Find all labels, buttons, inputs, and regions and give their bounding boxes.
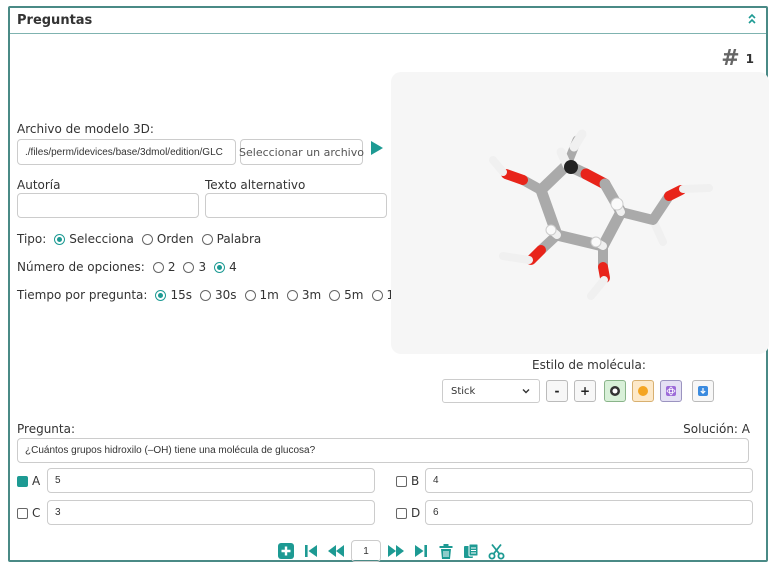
- time-radio-5m[interactable]: [329, 289, 341, 301]
- time-radio-10m[interactable]: [371, 289, 383, 301]
- add-question-icon[interactable]: [276, 541, 296, 561]
- answer-b-checkbox[interactable]: [396, 475, 407, 487]
- question-input[interactable]: ¿Cuántos grupos hidroxilo (–OH) tiene un…: [17, 438, 749, 463]
- answer-a-input[interactable]: 5: [47, 468, 375, 493]
- molecule-viewer[interactable]: [391, 72, 769, 354]
- time-value-3m: 3m: [301, 288, 322, 302]
- model-file-label: Archivo de modelo 3D:: [17, 122, 154, 136]
- alt-text-input[interactable]: [205, 193, 387, 218]
- previous-question-icon[interactable]: [326, 541, 346, 561]
- time-radio-3m[interactable]: [286, 289, 298, 301]
- glucose-molecule-render: [489, 129, 713, 300]
- copy-question-icon[interactable]: [461, 541, 481, 561]
- time-radio-1m[interactable]: [244, 289, 256, 301]
- select-file-button[interactable]: Seleccionar un archivo: [239, 139, 364, 165]
- answer-a-row: A: [17, 474, 40, 488]
- answer-c-input[interactable]: 3: [47, 500, 375, 525]
- model-path-input[interactable]: ./files/perm/idevices/base/3dmol/edition…: [17, 139, 236, 165]
- molecule-style-select[interactable]: Stick: [442, 379, 540, 403]
- type-option-word: Palabra: [216, 232, 262, 246]
- delete-question-icon[interactable]: [436, 541, 456, 561]
- type-row: Tipo: Selecciona Orden Palabra: [17, 232, 261, 246]
- time-value-1m: 1m: [259, 288, 279, 302]
- num-options-radio-3[interactable]: [183, 261, 195, 273]
- load-model-play-icon[interactable]: [370, 140, 384, 159]
- answer-c-row: C: [17, 506, 40, 520]
- answer-d-letter: D: [411, 506, 421, 520]
- answer-a-checkbox[interactable]: [17, 475, 28, 487]
- questions-panel: Preguntas # 1 Archivo de modelo 3D: ./fi…: [8, 6, 769, 562]
- sphere-icon: [638, 386, 648, 396]
- answer-d-checkbox[interactable]: [396, 507, 407, 519]
- atom-view-button[interactable]: [660, 380, 682, 402]
- time-value-5m: 5m: [344, 288, 364, 302]
- question-label: Pregunta:: [17, 422, 76, 436]
- zoom-out-button[interactable]: -: [546, 380, 568, 402]
- type-radio-select[interactable]: [54, 233, 66, 245]
- time-row: Tiempo por pregunta: 15s 30s 1m 3m 5m 10…: [17, 288, 413, 302]
- cut-question-icon[interactable]: [486, 541, 506, 561]
- num-options-radio-2[interactable]: [152, 261, 164, 273]
- num-options-radio-4[interactable]: [214, 261, 226, 273]
- solution-label: Solución: A: [683, 422, 750, 436]
- type-radio-word[interactable]: [201, 233, 213, 245]
- time-radio-15s[interactable]: [155, 289, 167, 301]
- page-number-input[interactable]: 1: [351, 540, 381, 562]
- target-icon: [610, 386, 620, 396]
- num-options-value-3: 3: [198, 260, 207, 274]
- sphere-view-button[interactable]: [632, 380, 654, 402]
- answer-d-input[interactable]: 6: [425, 500, 753, 525]
- num-options-value-2: 2: [167, 260, 176, 274]
- time-label: Tiempo por pregunta:: [17, 288, 148, 302]
- last-question-icon[interactable]: [411, 541, 431, 561]
- author-label: Autoría: [17, 178, 61, 192]
- answer-b-row: B: [396, 474, 419, 488]
- answer-b-input[interactable]: 4: [425, 468, 753, 493]
- answer-c-checkbox[interactable]: [17, 507, 28, 519]
- time-value-30s: 30s: [214, 288, 237, 302]
- question-navigation: 1: [276, 540, 506, 562]
- stick-view-button[interactable]: [604, 380, 626, 402]
- answer-d-row: D: [396, 506, 420, 520]
- question-number-value: 1: [745, 52, 754, 66]
- download-button[interactable]: [692, 380, 714, 402]
- panel-title: Preguntas: [17, 13, 93, 28]
- next-question-icon[interactable]: [386, 541, 406, 561]
- answer-a-letter: A: [32, 474, 41, 488]
- question-number: # 1: [721, 48, 754, 70]
- type-option-order: Orden: [156, 232, 194, 246]
- panel-header: Preguntas: [10, 8, 766, 34]
- chevron-down-icon: [521, 386, 531, 399]
- zoom-in-button[interactable]: +: [574, 380, 596, 402]
- type-option-select: Selecciona: [69, 232, 134, 246]
- num-options-row: Número de opciones: 2 3 4: [17, 260, 237, 274]
- time-value-15s: 15s: [170, 288, 192, 302]
- alt-text-label: Texto alternativo: [205, 178, 306, 192]
- download-icon: [698, 386, 708, 396]
- hash-icon: #: [721, 46, 740, 71]
- answer-c-letter: C: [32, 506, 41, 520]
- num-options-label: Número de opciones:: [17, 260, 145, 274]
- time-radio-30s[interactable]: [199, 289, 211, 301]
- author-input[interactable]: [17, 193, 199, 218]
- type-radio-order[interactable]: [141, 233, 153, 245]
- first-question-icon[interactable]: [301, 541, 321, 561]
- type-label: Tipo:: [17, 232, 47, 246]
- atom-icon: [666, 386, 676, 396]
- molecule-style-label: Estilo de molécula:: [532, 358, 646, 372]
- num-options-value-4: 4: [229, 260, 237, 274]
- collapse-icon[interactable]: [746, 13, 758, 25]
- answer-b-letter: B: [411, 474, 420, 488]
- molecule-style-value: Stick: [451, 385, 476, 397]
